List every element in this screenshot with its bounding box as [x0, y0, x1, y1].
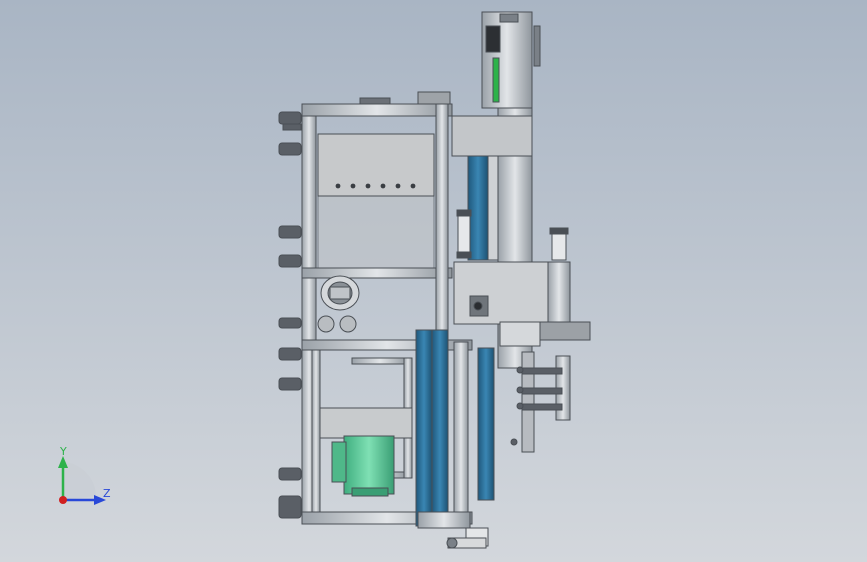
cad-viewport[interactable]: Y Z — [0, 0, 867, 562]
z-axis-label: Z — [103, 487, 111, 500]
pneumatic-cylinder-left — [456, 209, 472, 259]
origin-marker — [59, 496, 67, 504]
top-plate — [359, 97, 391, 105]
upper-housing-panel — [317, 133, 435, 197]
upper-housing-lower — [317, 195, 435, 269]
y-axis-label: Y — [59, 445, 67, 458]
